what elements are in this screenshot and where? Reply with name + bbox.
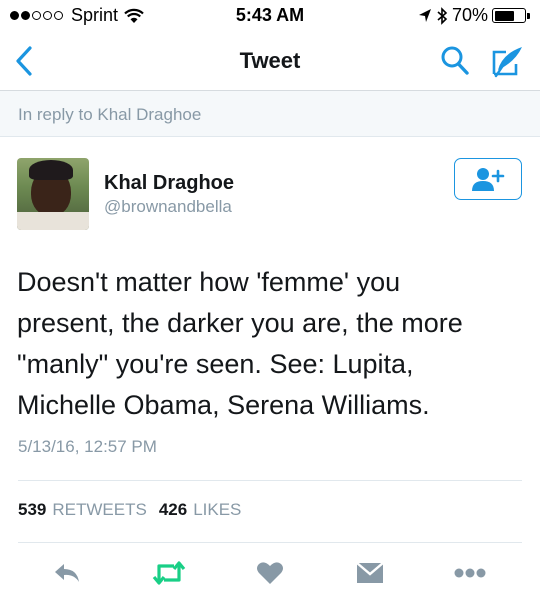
battery-icon	[492, 8, 526, 23]
navigation-bar: Tweet	[0, 32, 540, 91]
divider	[18, 542, 522, 543]
reply-icon	[55, 564, 79, 582]
likes-count[interactable]: 426	[159, 500, 187, 520]
avatar-shirt	[17, 212, 89, 230]
avatar[interactable]	[17, 158, 89, 230]
retweets-count[interactable]: 539	[18, 500, 46, 520]
in-reply-to-banner[interactable]: In reply to Khal Draghoe	[0, 91, 540, 137]
battery-percent: 70%	[451, 5, 488, 25]
direct-message-icon	[356, 562, 384, 583]
tweet-text: Doesn't matter how 'femme' you present, …	[17, 267, 463, 420]
like-button[interactable]	[253, 558, 287, 588]
like-heart-icon	[257, 562, 283, 584]
status-bar: Sprint 5:43 AM 70%	[0, 0, 540, 32]
more-button[interactable]	[453, 558, 487, 588]
author-handle[interactable]: @brownandbella	[104, 197, 232, 217]
author-name[interactable]: Khal Draghoe	[104, 172, 234, 195]
battery-tip	[527, 12, 530, 19]
retweet-button[interactable]	[152, 558, 186, 588]
bluetooth-icon	[437, 6, 448, 25]
tweet-stats: 539 RETWEETS 426 LIKES	[18, 500, 253, 520]
add-user-icon	[472, 168, 505, 191]
battery-level	[494, 10, 514, 21]
compose-icon[interactable]	[490, 44, 524, 78]
direct-message-button[interactable]	[353, 558, 387, 588]
tweet-detail-screen: Sprint 5:43 AM 70% Tweet In reply to Kha…	[0, 0, 540, 603]
avatar-headwrap	[29, 160, 73, 180]
retweet-icon	[152, 561, 186, 585]
likes-label[interactable]: LIKES	[193, 500, 241, 520]
search-icon[interactable]	[440, 45, 470, 77]
more-icon	[454, 568, 486, 578]
status-right: 70%	[418, 5, 530, 26]
location-arrow-icon	[418, 8, 431, 22]
tweet-timestamp: 5/13/16, 12:57 PM	[18, 437, 157, 456]
divider	[18, 480, 522, 481]
reply-button[interactable]	[50, 558, 84, 588]
retweets-label[interactable]: RETWEETS	[52, 500, 146, 520]
follow-button[interactable]	[454, 158, 522, 200]
